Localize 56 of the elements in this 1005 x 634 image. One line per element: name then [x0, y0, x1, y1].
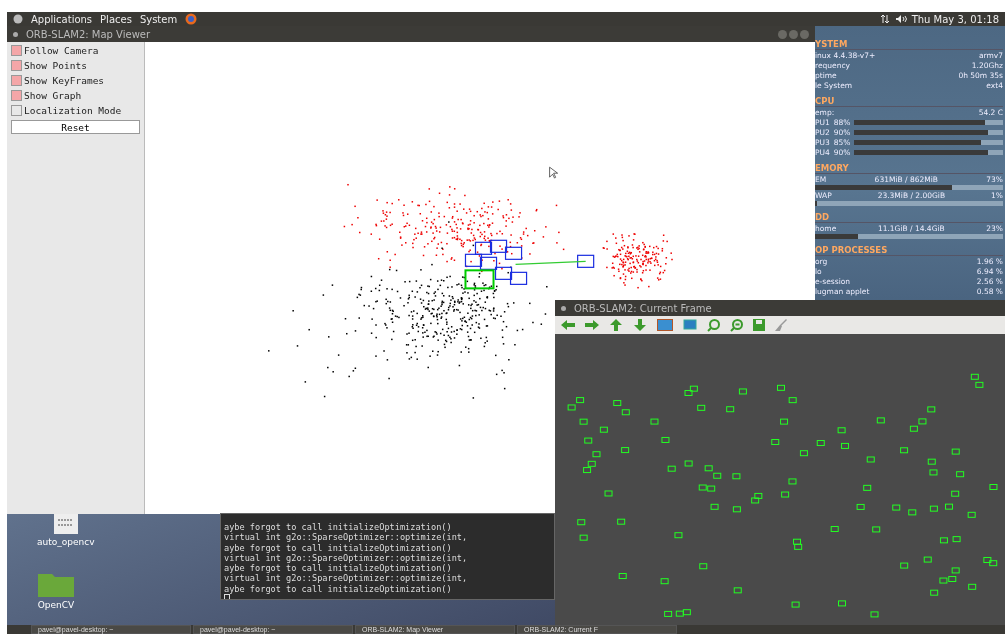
picture-icon: [657, 319, 673, 331]
section-heading: OP PROCESSES: [815, 245, 1003, 256]
terminal-line: aybe forgot to call initializeOptimization(): [224, 583, 453, 595]
reset-button[interactable]: Reset: [11, 120, 140, 134]
zoom-out-button[interactable]: [730, 318, 743, 332]
camera-frame-drawing: [464, 269, 495, 290]
zoom-fit-button[interactable]: [683, 319, 697, 331]
file-icon[interactable]: [52, 513, 79, 535]
down-button[interactable]: [633, 319, 647, 331]
panel-menu[interactable]: System: [139, 13, 178, 25]
option-checkbox[interactable]: Show KeyFrames: [11, 75, 140, 86]
terminal-line: aybe forgot to call initializeOptimization(): [224, 542, 453, 553]
zoom-out-icon: [730, 318, 743, 332]
option-checkbox[interactable]: Show Points: [11, 60, 140, 71]
option-checkbox[interactable]: Localization Mode: [11, 105, 140, 116]
zoom-in-button[interactable]: [707, 318, 720, 332]
terminal-line: virtual int g2o::SparseOptimizer::optimize(int,: [224, 532, 469, 543]
window-menu-icon[interactable]: [561, 305, 566, 311]
save-button[interactable]: [753, 319, 765, 331]
window-title: ORB-SLAM2: Map Viewer: [26, 28, 151, 40]
terminal-line: aybe forgot to call initializeOptimization(): [224, 563, 453, 574]
panel-menu[interactable]: Places: [100, 13, 132, 25]
right-arrow-icon: [585, 319, 599, 331]
network-arrows-icon[interactable]: [879, 14, 890, 24]
left-arrow-icon: [561, 319, 575, 331]
window-menu-icon[interactable]: [13, 31, 18, 37]
picture-icon: [683, 319, 697, 331]
window-title: ORB-SLAM2: Current Frame: [574, 302, 712, 314]
section-heading: EMORY: [815, 163, 1003, 174]
up-arrow-icon: [609, 319, 623, 331]
section-heading: YSTEM: [815, 39, 1003, 50]
pointer-icon: [549, 166, 558, 179]
browser-icon[interactable]: [185, 13, 198, 25]
section-heading: CPU: [815, 96, 1003, 107]
forward-button[interactable]: [585, 319, 599, 331]
icon-label[interactable]: OpenCV: [37, 600, 75, 610]
section-heading: DD: [815, 212, 1003, 223]
close-icon[interactable]: [800, 29, 809, 39]
distro-logo-icon[interactable]: [13, 14, 23, 24]
terminal-line: aybe forgot to call initializeOptimization(): [224, 522, 453, 533]
option-checkbox[interactable]: Show Graph: [11, 90, 140, 101]
brush-icon: [775, 319, 787, 331]
down-arrow-icon: [633, 319, 647, 331]
panel-menu[interactable]: Applications: [31, 13, 93, 25]
terminal-line: virtual int g2o::SparseOptimizer::optimize(int,: [224, 573, 469, 584]
back-button[interactable]: [561, 319, 575, 331]
zoom-in-icon: [707, 318, 720, 332]
terminal-line: virtual int g2o::SparseOptimizer::optimize(int,: [224, 552, 469, 564]
volume-icon[interactable]: [894, 14, 907, 24]
clock[interactable]: Thu May 3, 01:18: [911, 13, 999, 25]
option-checkbox[interactable]: Follow Camera: [11, 45, 140, 56]
clear-button[interactable]: [775, 319, 787, 331]
up-button[interactable]: [609, 319, 623, 331]
minimize-icon[interactable]: [778, 29, 787, 39]
icon-label[interactable]: auto_opencv: [37, 537, 95, 547]
maximize-icon[interactable]: [789, 29, 798, 39]
